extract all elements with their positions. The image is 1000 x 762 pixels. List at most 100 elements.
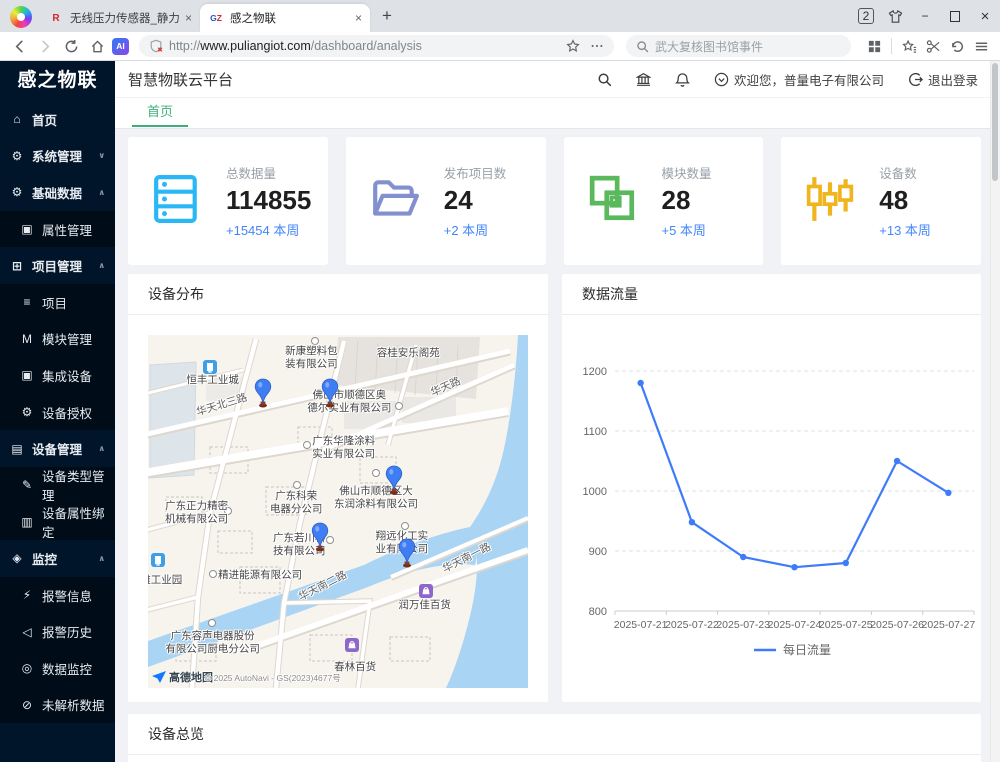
sidebar-item-label: 系统管理: [32, 146, 82, 165]
sidebar-item[interactable]: M 模块管理: [0, 321, 115, 358]
amap-plane-icon: [152, 671, 166, 683]
stat-label: 总数据量: [226, 163, 311, 182]
address-bar: AI http://www.puliangiot.com/dashboard/a…: [0, 32, 1000, 61]
chevron-icon: ∧: [99, 554, 106, 563]
user-welcome[interactable]: 欢迎您，普量电子有限公司: [714, 70, 884, 89]
unparsed-icon: ⊘: [19, 698, 35, 712]
scrollbar-thumb[interactable]: [992, 63, 998, 181]
favorites-icon[interactable]: [898, 35, 920, 57]
menu-hamburger-icon[interactable]: [970, 35, 992, 57]
page-scrollbar[interactable]: [990, 61, 1000, 762]
sidebar-item[interactable]: ⚙ 设备授权: [0, 394, 115, 431]
sidebar-item[interactable]: ⚙ 系统管理∨: [0, 138, 115, 175]
page-tab-bar: 首页: [115, 98, 1000, 129]
map-marker[interactable]: [254, 378, 272, 408]
map-marker[interactable]: [398, 538, 416, 568]
sidebar-item[interactable]: ✎ 设备类型管理: [0, 467, 115, 504]
tab-close-icon[interactable]: ×: [185, 11, 192, 25]
save-icon: ▤: [9, 442, 25, 456]
more-actions-icon[interactable]: [590, 39, 604, 53]
back-button[interactable]: [8, 35, 30, 57]
reload-button[interactable]: [60, 35, 82, 57]
header-search-icon[interactable]: [597, 72, 612, 87]
browser-logo-icon[interactable]: [10, 6, 32, 28]
tab-title: 无线压力传感器_静力水准仪_: [70, 10, 179, 26]
poi-dot-icon: [293, 481, 301, 489]
search-box[interactable]: 武大复核图书馆事件: [626, 35, 851, 57]
svg-text:2025-07-25: 2025-07-25: [819, 619, 873, 631]
sidebar-item[interactable]: ▤ 设备管理∧: [0, 430, 115, 467]
sidebar-item[interactable]: ▥ 设备属性绑定: [0, 504, 115, 541]
poi-dot-icon: [208, 619, 216, 627]
theme-shirt-icon[interactable]: [880, 0, 910, 32]
map-marker[interactable]: [321, 378, 339, 408]
sidebar-item[interactable]: ⚡ 报警信息: [0, 577, 115, 614]
amap-logo: 高德地图: [152, 669, 213, 685]
sidebar-item-label: 报警信息: [42, 586, 92, 605]
logout-button[interactable]: 退出登录: [908, 70, 978, 89]
forward-button[interactable]: [34, 35, 56, 57]
history-undo-icon[interactable]: [946, 35, 968, 57]
device-map-panel: 设备分布: [128, 274, 548, 702]
sidebar-item[interactable]: ⌂ 首页: [0, 101, 115, 138]
tab-close-icon[interactable]: ×: [355, 11, 362, 25]
apps-grid-icon[interactable]: [863, 35, 885, 57]
stat-delta: +13 本周: [879, 220, 931, 239]
map-canvas[interactable]: 新康塑料包 装有限公司容桂安乐阁苑恒丰工业城佛山市顺德区奥 德尔实业有限公司广东…: [148, 335, 528, 688]
table-icon: ▣: [19, 222, 35, 236]
map-marker[interactable]: [385, 465, 403, 495]
map-marker[interactable]: [311, 522, 329, 552]
svg-text:2025-07-24: 2025-07-24: [768, 619, 822, 631]
panel-title-traffic: 数据流量: [562, 274, 981, 315]
sidebar: 感之物联 ⌂ 首页⚙ 系统管理∨⚙ 基础数据∧▣ 属性管理⊞ 项目管理∧≡ 项目…: [0, 61, 115, 762]
traffic-panel: 数据流量 8009001000110012002025-07-212025-07…: [562, 274, 981, 702]
sidebar-item-label: 数据监控: [42, 659, 92, 678]
dashboard-content: 总数据量 114855 +15454 本周 发布项目数 24 +2 本周 模块数…: [115, 129, 1000, 762]
alert-icon: ⚡: [19, 588, 35, 602]
tab-home[interactable]: 首页: [132, 98, 188, 127]
notifications-bell-icon[interactable]: [675, 72, 690, 87]
monitor-icon: ◎: [19, 661, 35, 675]
shop-icon: [419, 584, 433, 598]
sidebar-item[interactable]: ⚙ 基础数据∧: [0, 174, 115, 211]
sidebar-item[interactable]: ⊞ 项目管理∧: [0, 247, 115, 284]
maximize-button[interactable]: [940, 0, 970, 32]
stat-card: 模块数量 28 +5 本周: [564, 137, 764, 265]
minimize-button[interactable]: −: [910, 0, 940, 32]
close-button[interactable]: ×: [970, 0, 1000, 32]
tab-count-badge[interactable]: 2: [858, 8, 874, 24]
browser-tabstrip: R 无线压力传感器_静力水准仪_ ×GZ 感之物联 × + 2 − ×: [0, 0, 1000, 32]
sidebar-item[interactable]: ▣ 属性管理: [0, 211, 115, 248]
sidebar-item[interactable]: ⊘ 未解析数据: [0, 687, 115, 724]
url-field[interactable]: http://www.puliangiot.com/dashboard/anal…: [139, 35, 614, 57]
svg-text:800: 800: [589, 606, 607, 618]
ai-assistant-icon[interactable]: AI: [112, 38, 129, 55]
toolbar-right: [863, 35, 992, 57]
building-icon: [151, 553, 165, 567]
sidebar-item[interactable]: ◈ 监控∧: [0, 540, 115, 577]
poi-dot-icon: [209, 570, 217, 578]
browser-tab[interactable]: GZ 感之物联 ×: [200, 4, 370, 32]
new-tab-button[interactable]: +: [370, 6, 404, 32]
org-bank-icon[interactable]: [636, 72, 651, 87]
panel-title-device-map: 设备分布: [128, 274, 548, 315]
sidebar-item[interactable]: ◎ 数据监控: [0, 650, 115, 687]
sidebar-item[interactable]: ≡ 项目: [0, 284, 115, 321]
map-attribution: © 2025 AutoNavi - GS(2023)4677号: [205, 672, 341, 684]
stat-delta: +5 本周: [662, 220, 712, 239]
building-icon: [203, 360, 217, 374]
home-button[interactable]: [86, 35, 108, 57]
stat-card: 总数据量 114855 +15454 本周: [128, 137, 328, 265]
sidebar-item[interactable]: ◁ 报警历史: [0, 613, 115, 650]
stat-value: 24: [444, 185, 507, 216]
tab-container: R 无线压力传感器_静力水准仪_ ×GZ 感之物联 ×: [40, 4, 370, 32]
browser-tab[interactable]: R 无线压力传感器_静力水准仪_ ×: [40, 4, 200, 32]
url-text: http://www.puliangiot.com/dashboard/anal…: [169, 39, 422, 53]
bookmark-star-icon[interactable]: [566, 39, 580, 53]
panel-title-overview: 设备总览: [128, 714, 981, 755]
screenshot-scissors-icon[interactable]: [922, 35, 944, 57]
sidebar-item[interactable]: ▣ 集成设备: [0, 357, 115, 394]
stat-label: 设备数: [879, 163, 931, 182]
sidebar-item-label: 设备管理: [32, 439, 82, 458]
sound-icon: ◁: [19, 625, 35, 639]
